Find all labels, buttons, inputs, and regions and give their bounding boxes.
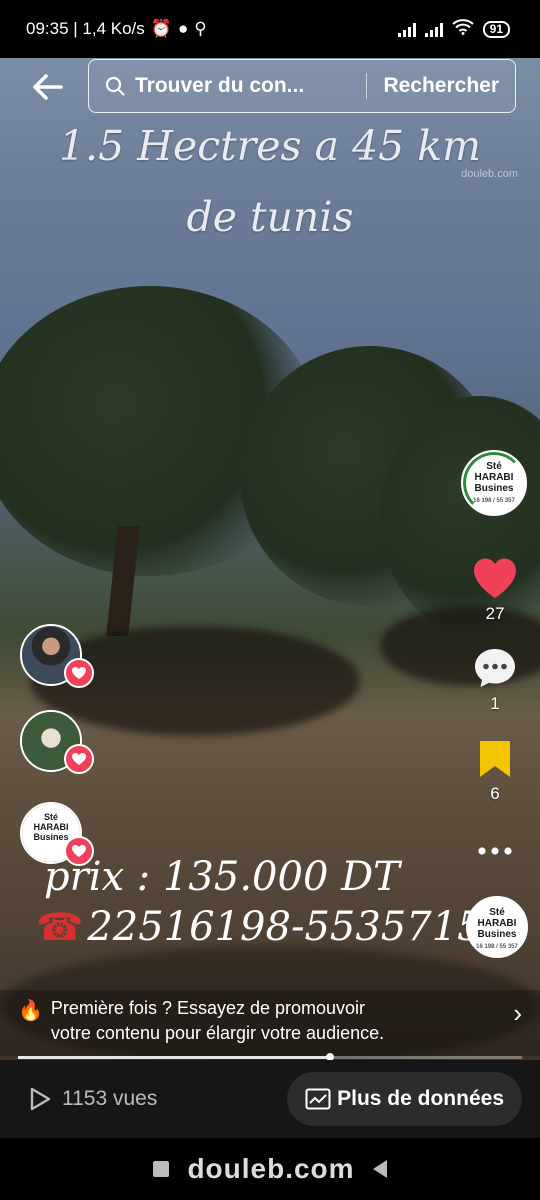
bookmark-icon <box>480 741 510 777</box>
flame-icon: 🔥 <box>18 1000 43 1022</box>
back-arrow-icon <box>33 74 63 100</box>
recent-apps-button[interactable] <box>153 1161 170 1177</box>
views-count: 1153 vues <box>28 1086 157 1112</box>
comment-count: 1 <box>490 694 500 713</box>
comment-button[interactable]: 1 <box>470 646 520 714</box>
status-time-speed: 09:35 | 1,4 Ko/s <box>26 19 145 38</box>
liker-avatar[interactable] <box>20 624 94 688</box>
wifi-icon <box>451 18 474 40</box>
disc-name-line3: Busines <box>477 929 517 940</box>
location-icon: ⚲ <box>194 19 207 38</box>
views-label: 1153 vues <box>62 1087 158 1110</box>
nav-watermark: douleb.com <box>187 1153 355 1184</box>
disc-name-line2: HARABI <box>477 918 517 929</box>
avatar-ring <box>463 452 525 514</box>
like-count: 27 <box>485 604 505 623</box>
liker-avatar[interactable]: Sté HARABI Busines <box>20 802 94 866</box>
liker-name-line2: HARABI <box>33 822 69 832</box>
sound-disc[interactable]: Sté HARABI Busines 16 198 / 55 357 <box>466 896 528 958</box>
liker-name-line1: Sté <box>43 812 58 822</box>
liker-avatar[interactable] <box>20 710 94 774</box>
heart-badge-icon <box>64 836 94 866</box>
back-button[interactable] <box>28 67 68 107</box>
telephone-icon: ☎ <box>36 905 84 949</box>
search-input[interactable]: Trouver du con... <box>135 74 350 98</box>
comment-icon <box>475 649 515 687</box>
video-progress-bar[interactable] <box>18 1053 522 1061</box>
video-title-line2: de tunis <box>186 193 354 241</box>
system-nav-bar: douleb.com <box>0 1138 540 1200</box>
alarm-icon: ⏰ <box>150 19 172 38</box>
more-options-button[interactable] <box>470 844 520 858</box>
battery-icon: 91 <box>482 20 510 38</box>
promo-banner[interactable]: 🔥 Première fois ? Essayez de promouvoir … <box>0 990 540 1056</box>
nav-back-button[interactable] <box>372 1160 387 1178</box>
promo-text: Première fois ? Essayez de promouvoir vo… <box>51 996 505 1046</box>
heart-badge-icon <box>64 744 94 774</box>
status-left: 09:35 | 1,4 Ko/s ⏰ ● ⚲ <box>26 19 207 39</box>
save-count: 6 <box>490 784 500 803</box>
more-dots-icon <box>478 847 512 855</box>
video-player[interactable]: douleb.com 1.5 Hectres a 45 km de tunis … <box>0 46 540 1060</box>
heart-badge-icon <box>64 658 94 688</box>
promo-text-line2: votre contenu pour élargir votre audienc… <box>50 1023 385 1043</box>
search-icon <box>105 76 125 96</box>
video-price: prix : 135.000 DT <box>44 854 400 900</box>
heart-icon <box>474 558 516 598</box>
signal-icon <box>397 22 416 37</box>
chevron-right-icon[interactable]: › <box>513 998 522 1029</box>
more-data-button[interactable]: Plus de données <box>287 1072 522 1126</box>
video-phone-number: 22516198-5535715 <box>87 904 483 950</box>
play-icon <box>30 1087 51 1111</box>
disc-name-line1: Sté <box>489 907 505 918</box>
profile-avatar[interactable]: Sté HARABI Busines 16 198 / 55 357 <box>461 450 527 516</box>
search-button[interactable]: Rechercher <box>383 74 499 98</box>
messenger-icon: ● <box>177 19 189 38</box>
more-data-label: Plus de données <box>337 1087 504 1110</box>
search-divider <box>366 73 368 99</box>
progress-fill <box>18 1056 331 1059</box>
video-phone: ☎ 22516198-5535715 <box>36 904 483 950</box>
analytics-icon <box>305 1088 331 1110</box>
signal-icon-2 <box>424 22 443 37</box>
promo-text-line1: Première fois ? Essayez de promouvoir <box>50 998 366 1018</box>
save-button[interactable]: 6 <box>470 738 520 804</box>
video-title-line1: 1.5 Hectres a 45 km <box>58 122 482 170</box>
status-bar: 09:35 | 1,4 Ko/s ⏰ ● ⚲ 91 <box>0 0 540 58</box>
search-bar[interactable]: Trouver du con... Rechercher <box>88 59 516 113</box>
bottom-bar: 1153 vues Plus de données <box>0 1060 540 1138</box>
like-button[interactable]: 27 <box>470 556 520 624</box>
video-title: 1.5 Hectres a 45 km de tunis <box>0 111 540 253</box>
status-right: 91 <box>397 18 510 40</box>
